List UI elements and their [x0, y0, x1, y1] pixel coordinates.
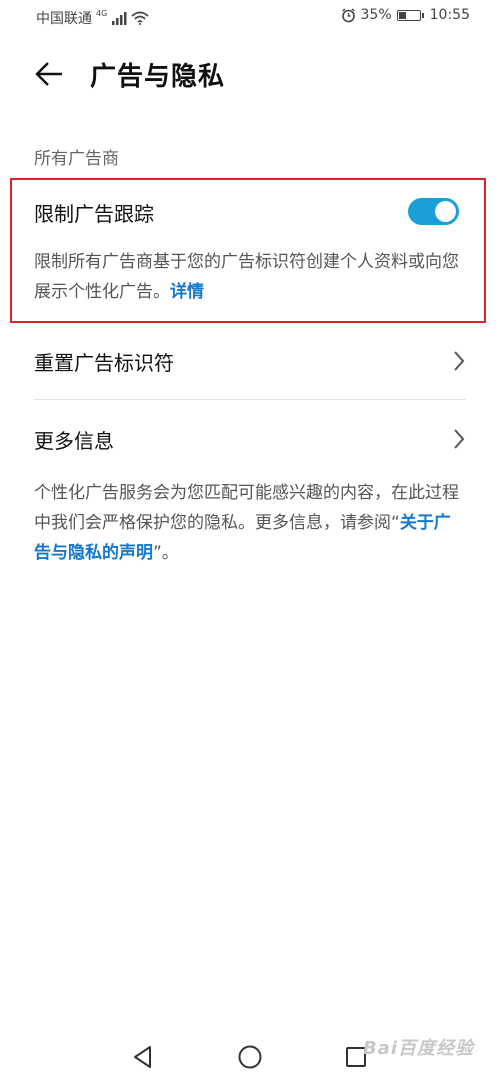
app-header: 广告与隐私	[0, 44, 500, 104]
reset-ad-identifier-label: 重置广告标识符	[34, 351, 174, 375]
battery-icon	[396, 9, 424, 21]
chevron-right-icon	[454, 351, 465, 371]
page-title: 广告与隐私	[90, 62, 226, 92]
nav-home-button[interactable]	[237, 1044, 263, 1070]
nav-back-button[interactable]	[130, 1044, 156, 1070]
limit-ad-tracking-toggle[interactable]	[408, 198, 459, 225]
carrier-name: 中国联通	[36, 11, 92, 27]
status-left: 中国联通 4G	[36, 8, 149, 28]
alarm-icon	[341, 7, 355, 22]
chevron-right-icon	[454, 429, 465, 449]
back-button[interactable]	[30, 54, 70, 94]
watermark: Bai百度经验	[362, 1038, 474, 1059]
signal-icon	[112, 12, 127, 25]
limit-ad-tracking-title: 限制广告跟踪	[34, 202, 154, 226]
more-info-row[interactable]: 更多信息	[34, 408, 466, 468]
limit-ad-tracking-description: 限制所有广告商基于您的广告标识符创建个人资料或向您展示个性化广告。详情	[34, 247, 474, 307]
home-circle-icon	[238, 1045, 262, 1069]
details-link[interactable]: 详情	[170, 282, 204, 302]
info-text-after: ”。	[153, 543, 179, 563]
status-right: 35% 10:55	[341, 7, 470, 23]
status-bar: 中国联通 4G 35% 10:55	[0, 0, 500, 36]
toggle-knob	[435, 201, 456, 222]
network-type: 4G	[96, 8, 108, 18]
row-divider	[34, 399, 466, 400]
battery-percent: 35%	[360, 7, 392, 23]
back-triangle-icon	[134, 1046, 151, 1068]
more-info-label: 更多信息	[34, 429, 114, 453]
clock: 10:55	[429, 7, 470, 23]
privacy-info-text: 个性化广告服务会为您匹配可能感兴趣的内容，在此过程中我们会严格保护您的隐私。更多…	[34, 478, 466, 568]
battery-level	[398, 11, 407, 19]
info-text-before: 个性化广告服务会为您匹配可能感兴趣的内容，在此过程中我们会严格保护您的隐私。更多…	[34, 483, 459, 533]
reset-ad-identifier-row[interactable]: 重置广告标识符	[34, 330, 466, 390]
wifi-icon	[131, 11, 149, 25]
back-arrow-icon	[35, 62, 62, 86]
section-caption: 所有广告商	[34, 149, 119, 169]
description-text: 限制所有广告商基于您的广告标识符创建个人资料或向您展示个性化广告。	[34, 252, 459, 302]
